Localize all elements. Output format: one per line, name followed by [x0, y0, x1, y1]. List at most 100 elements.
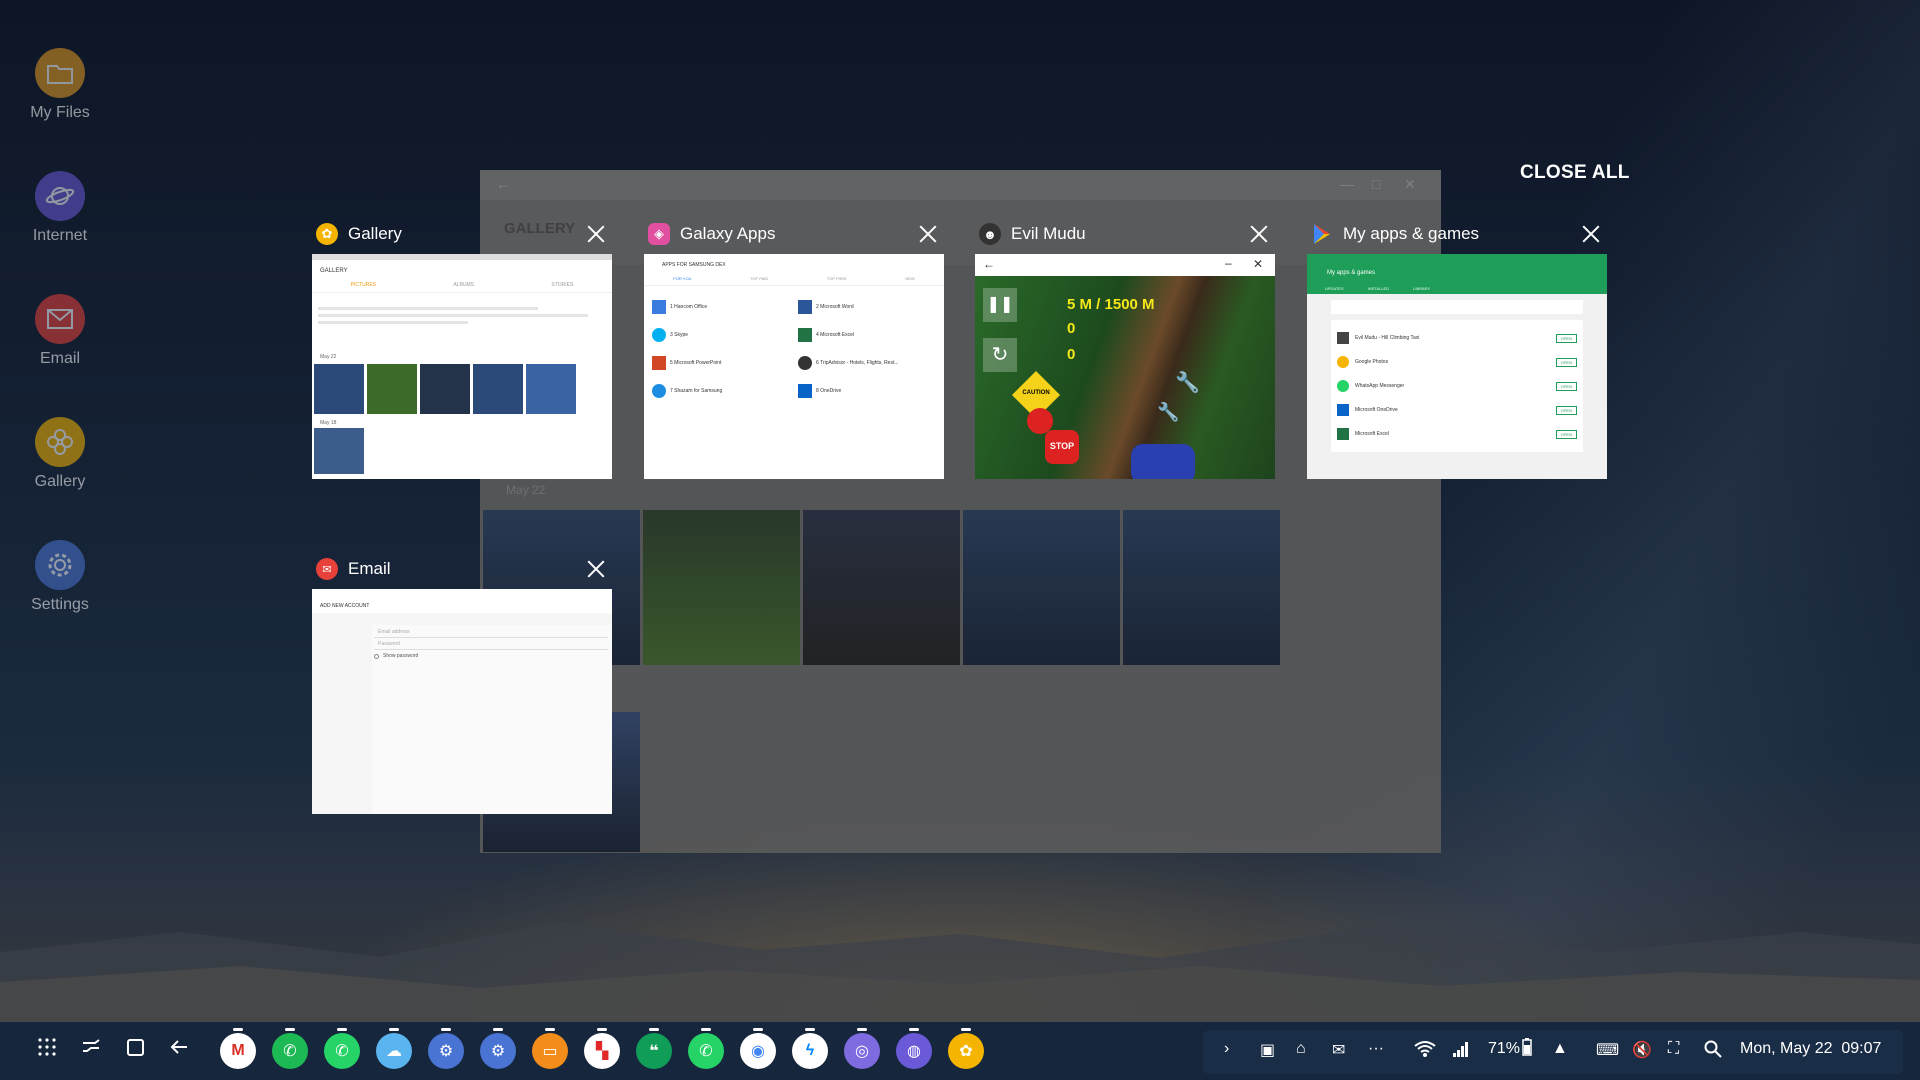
caret-up-icon[interactable]: ▲ [1552, 1040, 1568, 1058]
thumb-tab: STORIES [551, 282, 574, 288]
thumb-app: Microsoft Excel [1355, 431, 1389, 437]
galaxy-apps-icon: ◈ [648, 223, 670, 245]
thumb-header: GALLERY [320, 268, 348, 274]
card-title: Evil Mudu [1011, 224, 1086, 243]
planet-icon [35, 171, 85, 221]
weather-icon: ☁ [386, 1043, 402, 1060]
thumb-date: May 18 [320, 420, 337, 426]
keyboard-icon[interactable]: ⌨ [1596, 1040, 1619, 1060]
close-all-button[interactable]: CLOSE ALL [1520, 162, 1630, 184]
thumb-app: 7 Shazam for Samsung [670, 388, 723, 394]
recent-card-email[interactable]: ✉ Email ADD NEW ACCOUNT Email address Pa… [312, 551, 612, 814]
envelope-icon [35, 294, 85, 344]
taskbar-app-flipboard[interactable]: ▚ [584, 1028, 620, 1069]
close-card-button[interactable] [584, 222, 608, 246]
thumb-app: Evil Mudu - Hill Climbing Taxi [1355, 335, 1420, 341]
taskbar-app-settings[interactable]: ⚙ [428, 1028, 464, 1069]
screenshot-icon[interactable]: ⛶ [1668, 1040, 1679, 1058]
thumb-tab: NEW [905, 276, 915, 281]
distance-label: 5 M / 1500 M [1067, 296, 1155, 313]
whatsapp-icon: ✆ [335, 1043, 349, 1060]
back-button[interactable] [164, 1036, 194, 1066]
taskbar-app-whatsapp-2[interactable]: ✆ [688, 1028, 724, 1069]
taskbar-app-hangouts[interactable]: ❝ [636, 1028, 672, 1069]
image-notification-icon[interactable]: ▣ [1260, 1040, 1275, 1060]
mute-icon[interactable]: 🔇 [1632, 1040, 1652, 1060]
taskbar-app-weather[interactable]: ☁ [376, 1028, 412, 1069]
close-card-button[interactable] [916, 222, 940, 246]
card-thumbnail[interactable]: ADD NEW ACCOUNT Email address Password S… [312, 589, 612, 814]
password-field: Password [374, 639, 608, 650]
close-card-button[interactable] [1247, 222, 1271, 246]
taskbar-app-phone[interactable]: ✆ [272, 1028, 308, 1069]
desktop-icon-label: Settings [31, 596, 89, 613]
taskbar-app-messenger[interactable]: ϟ [792, 1028, 828, 1069]
taskbar-app-settings-2[interactable]: ⚙ [480, 1028, 516, 1069]
card-thumbnail[interactable]: GALLERY PICTURES ALBUMS STORIES May 22 M… [312, 254, 612, 479]
battery-level[interactable]: 71% [1488, 1040, 1520, 1058]
pause-button[interactable]: ❚❚ [983, 288, 1017, 322]
card-title: My apps & games [1343, 224, 1480, 243]
recent-card-evil-mudu[interactable]: ☻ Evil Mudu ← – ✕ ❚❚ ↻ 5 M / 1500 M 0 0 … [975, 216, 1275, 479]
desktop-icon-my-files[interactable]: My Files [20, 48, 100, 122]
thumb-app: 5 Microsoft PowerPoint [670, 360, 722, 366]
expand-tray-icon[interactable]: › [1224, 1040, 1229, 1058]
signal-icon[interactable] [1452, 1040, 1470, 1063]
settings-2-icon: ⚙ [490, 1043, 506, 1060]
desktop-icon-settings[interactable]: Settings [20, 540, 100, 614]
store-notification-icon[interactable]: ⌂ [1296, 1040, 1306, 1058]
gallery-date-label: May 22 [506, 483, 546, 497]
card-thumbnail[interactable]: ← – ✕ ❚❚ ↻ 5 M / 1500 M 0 0 CAUTION STOP… [975, 254, 1275, 479]
taskbar-app-chrome[interactable]: ◉ [740, 1028, 776, 1069]
card-thumbnail[interactable]: My apps & games UPDATES INSTALLED LIBRAR… [1307, 254, 1607, 479]
hangouts-icon: ❝ [649, 1043, 659, 1060]
taskbar-app-slides[interactable]: ▭ [532, 1028, 568, 1069]
mail-notification-icon[interactable]: ✉ [1332, 1040, 1345, 1060]
more-notifications-icon[interactable]: ··· [1368, 1040, 1384, 1058]
home-button[interactable] [120, 1036, 150, 1066]
date-time[interactable]: Mon, May 22 09:07 [1740, 1040, 1881, 1058]
gallery-icon: ✿ [316, 223, 338, 245]
open-button: OPEN [1555, 405, 1577, 415]
recent-card-my-apps-games[interactable]: My apps & games My apps & games UPDATES … [1307, 216, 1607, 479]
apps-grid-button[interactable] [32, 1036, 62, 1066]
wrench-icon: 🔧 [1157, 402, 1180, 422]
open-button: OPEN [1555, 333, 1577, 343]
evil-mudu-icon: ☻ [979, 223, 1001, 245]
taskbar-app-gmail[interactable]: M [220, 1028, 256, 1069]
thumb-tab: INSTALLED [1367, 286, 1390, 291]
recent-card-gallery[interactable]: ✿ Gallery GALLERY PICTURES ALBUMS STORIE… [312, 216, 612, 479]
minimize-icon: – [1225, 256, 1232, 270]
recent-card-galaxy-apps[interactable]: ◈ Galaxy Apps APPS FOR SAMSUNG DEX FOR Y… [644, 216, 944, 479]
card-header: ☻ Evil Mudu [975, 216, 1275, 252]
messenger-icon: ϟ [805, 1042, 815, 1059]
thumb-app: Microsoft OneDrive [1355, 407, 1398, 413]
taskbar-app-internet[interactable]: ◍ [896, 1028, 932, 1069]
internet-icon: ◍ [907, 1043, 921, 1060]
back-arrow-icon: ← [496, 176, 510, 192]
recents-button[interactable] [76, 1036, 106, 1066]
desktop-icon-email[interactable]: Email [20, 294, 100, 368]
close-card-button[interactable] [1579, 222, 1603, 246]
maximize-icon: □ [1372, 176, 1381, 192]
play-store-icon [1311, 223, 1333, 245]
taskbar-app-whatsapp[interactable]: ✆ [324, 1028, 360, 1069]
open-button: OPEN [1555, 429, 1577, 439]
taskbar-app-gallery[interactable]: ✿ [948, 1028, 984, 1069]
search-icon[interactable] [1704, 1040, 1722, 1063]
phone-icon: ✆ [283, 1043, 297, 1060]
thumb-app: 4 Microsoft Excel [816, 332, 855, 338]
chrome-icon: ◉ [751, 1043, 765, 1060]
taskbar-app-camera[interactable]: ◎ [844, 1028, 880, 1069]
restart-button[interactable]: ↻ [983, 338, 1017, 372]
close-icon: ✕ [1253, 257, 1264, 271]
desktop-icon-gallery[interactable]: Gallery [20, 417, 100, 491]
desktop-icon-internet[interactable]: Internet [20, 171, 100, 245]
card-thumbnail[interactable]: APPS FOR SAMSUNG DEX FOR YOU TOP PAID TO… [644, 254, 944, 479]
thumb-tab: PICTURES [350, 282, 376, 288]
close-card-button[interactable] [584, 557, 608, 581]
thumb-app: 3 Skype [670, 332, 689, 338]
email-field: Email address [374, 627, 608, 638]
wifi-icon[interactable] [1414, 1040, 1436, 1063]
wrench-icon: 🔧 [1175, 372, 1200, 394]
